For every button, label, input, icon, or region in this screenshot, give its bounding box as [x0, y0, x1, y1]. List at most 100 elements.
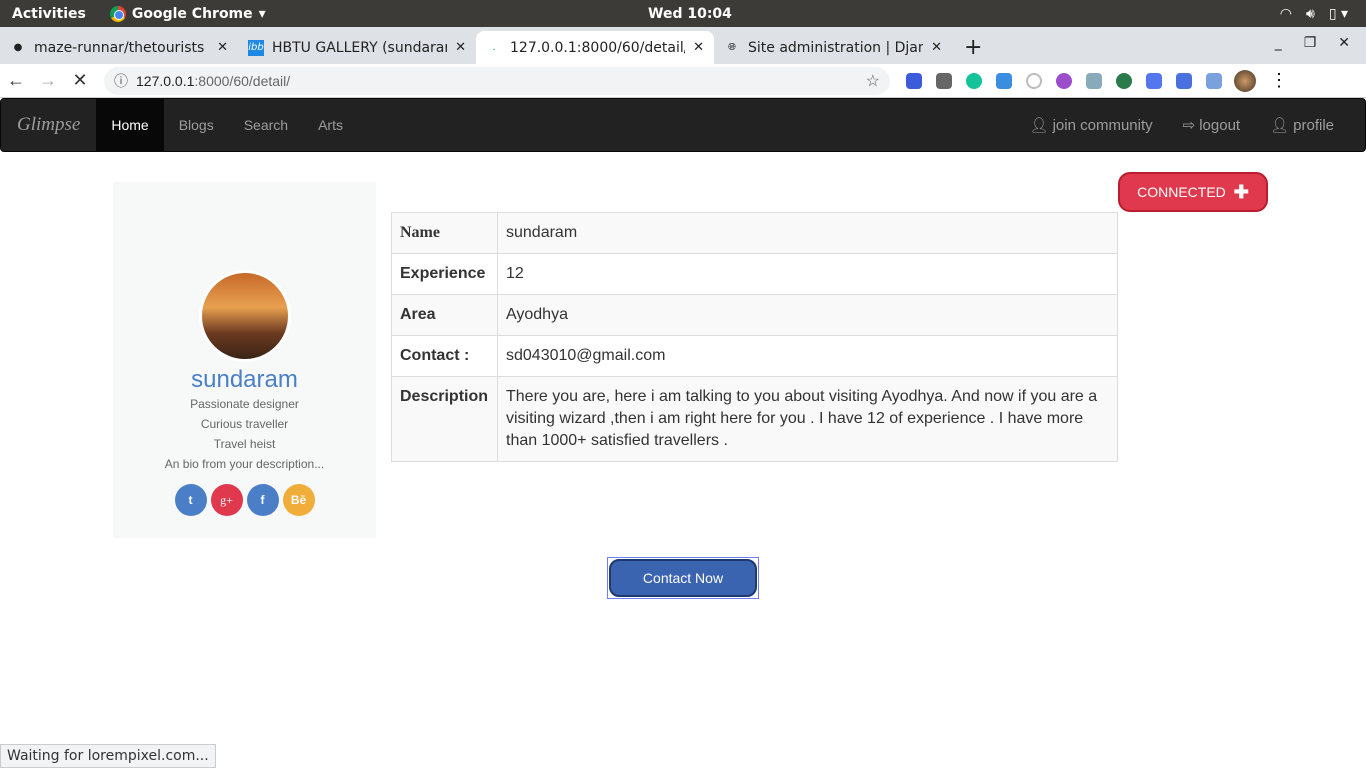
extension-icon[interactable]	[1086, 72, 1102, 89]
profile-name[interactable]: sundaram	[113, 366, 376, 394]
wifi-icon: ◠	[1279, 5, 1292, 22]
chrome-icon	[109, 5, 126, 22]
table-row: Experience 12	[391, 253, 1118, 295]
github-icon: ●	[13, 42, 23, 53]
globe-icon: 🌐︎	[728, 42, 736, 53]
tab-title: 127.0.0.1:8000/60/detail/	[510, 39, 686, 56]
app-menu[interactable]: Google Chrome ▾	[109, 5, 266, 22]
nav-join-community[interactable]: 👤︎ join community	[1015, 99, 1168, 151]
row-value: Ayodhya	[497, 294, 1118, 336]
nav-label: join community	[1052, 116, 1153, 134]
nav-profile[interactable]: 👤︎ profile	[1255, 99, 1349, 151]
google-extension-icon[interactable]	[1176, 72, 1192, 89]
system-tray[interactable]: ◠ 🔊︎ ▯ ▾	[1280, 6, 1348, 22]
status-bar: Waiting for lorempixel.com...	[0, 744, 216, 768]
angular-extension-icon[interactable]	[936, 72, 952, 89]
url-host: 127.0.0.1	[136, 72, 195, 89]
back-button[interactable]: ←	[0, 70, 32, 91]
window-controls: _ ❐ ✕	[1275, 35, 1350, 51]
os-top-bar: Activities Google Chrome ▾ Wed 10:04 ◠ 🔊︎…	[0, 0, 1366, 27]
stop-button[interactable]: ✕	[64, 70, 96, 91]
restore-icon[interactable]: ❐	[1304, 35, 1317, 51]
nav-arts[interactable]: Arts	[303, 99, 358, 151]
close-tab-icon[interactable]: ✕	[455, 40, 466, 55]
nav-blogs[interactable]: Blogs	[164, 99, 229, 151]
extensions	[906, 72, 1222, 89]
nav-label: logout	[1199, 116, 1241, 134]
contact-now-button[interactable]: Contact Now	[607, 557, 759, 599]
brand-logo[interactable]: Glimpse	[1, 114, 96, 136]
tab-github[interactable]: ● maze-runnar/thetourists ✕	[0, 31, 238, 64]
close-tab-icon[interactable]: ✕	[693, 40, 704, 55]
row-value: There you are, here i am talking to you …	[497, 376, 1118, 462]
battery-icon: ▯ ▾	[1328, 5, 1348, 22]
twitter-icon[interactable]: t	[174, 484, 207, 516]
table-row: Contact : sd043010@gmail.com	[391, 335, 1118, 377]
row-value: sd043010@gmail.com	[497, 335, 1118, 377]
minimize-icon[interactable]: _	[1275, 35, 1282, 51]
tab-title: HBTU GALLERY (sundaram	[272, 39, 448, 56]
menu-icon[interactable]: ⋮	[1270, 70, 1288, 91]
connected-button[interactable]: CONNECTED ✚	[1118, 172, 1268, 212]
extension-icon[interactable]	[996, 72, 1012, 89]
contact-now-label: Contact Now	[609, 559, 757, 597]
behance-icon[interactable]: Bē	[282, 484, 315, 516]
close-tab-icon[interactable]: ✕	[217, 40, 228, 55]
facebook-icon[interactable]: f	[246, 484, 279, 516]
shield-extension-icon[interactable]	[906, 72, 922, 89]
new-tab-button[interactable]: +	[964, 35, 982, 60]
close-tab-icon[interactable]: ✕	[931, 40, 942, 55]
bio-line: Curious traveller	[200, 417, 289, 431]
row-value: sundaram	[497, 212, 1118, 254]
details-table: Name sundaram Experience 12 Area Ayodhya Co…	[391, 212, 1118, 462]
tab-title: Site administration | Django	[748, 39, 924, 56]
bookmark-star-icon[interactable]: ☆	[866, 71, 880, 91]
clock[interactable]: Wed 10:04	[648, 6, 732, 22]
nav-logout[interactable]: ⇨ logout	[1168, 99, 1255, 151]
row-label: Description	[391, 376, 498, 462]
row-value: 12	[497, 253, 1118, 295]
bio-line: Travel heist	[213, 437, 276, 451]
nav-label: profile	[1293, 116, 1334, 134]
table-row: Area Ayodhya	[391, 294, 1118, 336]
url-path: :8000/60/detail/	[194, 72, 291, 89]
bio-line: An bio from your description...	[164, 457, 325, 471]
bio-line: Passionate designer	[190, 397, 299, 411]
table-row: Description There you are, here i am talk…	[391, 376, 1118, 462]
activities-button[interactable]: Activities	[12, 6, 86, 22]
app-name: Google Chrome	[131, 5, 253, 22]
ibb-icon: ibb	[248, 39, 264, 56]
extension-icon[interactable]	[1206, 72, 1222, 89]
user-icon: 👤︎	[1029, 117, 1049, 134]
profile-avatar[interactable]	[1234, 69, 1256, 92]
extension-icon[interactable]	[1146, 72, 1162, 89]
toolbar: ← → ✕ ⓘ 127.0.0.1:8000/60/detail/ ☆ ⋮	[0, 64, 1366, 98]
row-label: Contact :	[391, 335, 498, 377]
row-label: Experience	[391, 253, 498, 295]
forward-button[interactable]: →	[32, 70, 64, 91]
info-icon[interactable]: ⓘ	[114, 71, 128, 91]
grammarly-extension-icon[interactable]	[966, 72, 982, 89]
nav-search[interactable]: Search	[229, 99, 303, 151]
tab-title: maze-runnar/thetourists	[34, 39, 205, 56]
table-row: Name sundaram	[391, 212, 1118, 254]
globe-extension-icon[interactable]	[1116, 72, 1132, 89]
row-label: Name	[391, 212, 498, 254]
tab-hbtu[interactable]: ibb HBTU GALLERY (sundaram ✕	[238, 31, 476, 64]
site-navbar: Glimpse Home Blogs Search Arts 👤︎ join co…	[0, 98, 1366, 152]
user-icon: 👤︎	[1270, 117, 1290, 134]
extension-icon[interactable]	[1026, 72, 1042, 89]
social-links: t g+ f Bē	[113, 484, 376, 516]
profile-picture	[198, 270, 291, 362]
extension-icon[interactable]	[1056, 72, 1072, 89]
loading-icon: .	[492, 42, 496, 53]
volume-icon: 🔊︎	[1305, 5, 1315, 22]
close-window-icon[interactable]: ✕	[1338, 35, 1350, 51]
address-bar[interactable]: ⓘ 127.0.0.1:8000/60/detail/ ☆	[104, 66, 890, 95]
tab-strip: ● maze-runnar/thetourists ✕ ibb HBTU GALLER…	[0, 27, 1366, 64]
tab-detail[interactable]: . 127.0.0.1:8000/60/detail/ ✕	[476, 31, 714, 64]
connected-label: CONNECTED	[1137, 184, 1226, 200]
nav-home[interactable]: Home	[96, 99, 164, 151]
tab-admin[interactable]: 🌐︎ Site administration | Django ✕	[714, 31, 952, 64]
google-plus-icon[interactable]: g+	[210, 484, 243, 516]
